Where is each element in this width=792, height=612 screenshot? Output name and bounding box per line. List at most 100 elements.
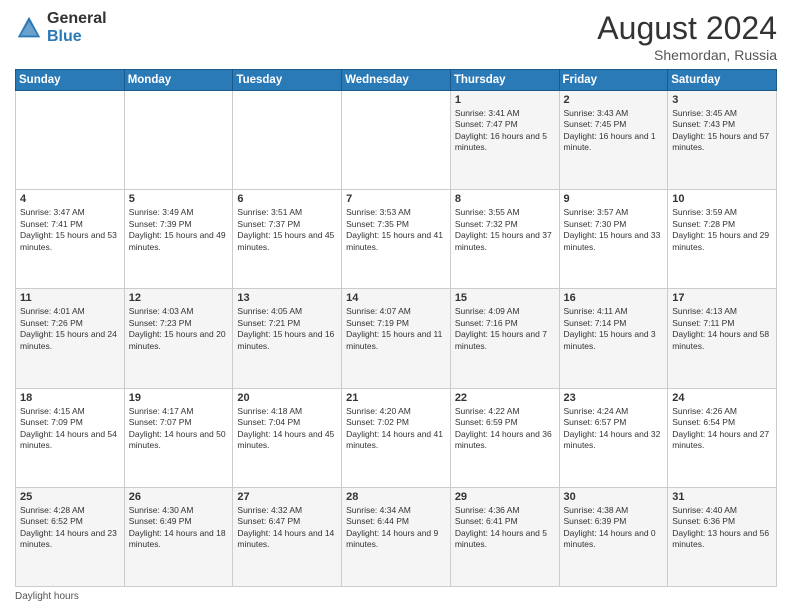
day-number: 23 (564, 392, 664, 404)
day-info: Sunrise: 4:15 AMSunset: 7:09 PMDaylight:… (20, 406, 120, 452)
week-row-2: 4 Sunrise: 3:47 AMSunset: 7:41 PMDaylight… (16, 190, 777, 289)
day-cell: 22Sunrise: 4:22 AMSunset: 6:59 PMDayligh… (450, 388, 559, 487)
day-info: Sunrise: 4:09 AMSunset: 7:16 PMDaylight:… (455, 306, 555, 352)
day-cell: 18 Sunrise: 4:15 AMSunset: 7:09 PMDayligh… (16, 388, 125, 487)
day-info: Sunrise: 3:47 AMSunset: 7:41 PMDaylight:… (20, 207, 120, 253)
day-cell: 31Sunrise: 4:40 AMSunset: 6:36 PMDayligh… (668, 487, 777, 586)
day-cell: 6 Sunrise: 3:51 AMSunset: 7:37 PMDaylight… (233, 190, 342, 289)
day-cell: 28Sunrise: 4:34 AMSunset: 6:44 PMDayligh… (342, 487, 451, 586)
day-cell: 19 Sunrise: 4:17 AMSunset: 7:07 PMDayligh… (124, 388, 233, 487)
day-info: Sunrise: 4:28 AMSunset: 6:52 PMDaylight:… (20, 505, 120, 551)
logo-icon (15, 14, 43, 42)
day-number: 3 (672, 94, 772, 106)
day-cell: 15 Sunrise: 4:09 AMSunset: 7:16 PMDayligh… (450, 289, 559, 388)
day-cell: 30Sunrise: 4:38 AMSunset: 6:39 PMDayligh… (559, 487, 668, 586)
col-header-friday: Friday (559, 70, 668, 91)
calendar-header: SundayMondayTuesdayWednesdayThursdayFrid… (16, 70, 777, 91)
header: General Blue August 2024 Shemordan, Russ… (15, 10, 777, 63)
day-number: 25 (20, 491, 120, 503)
day-cell: 3 Sunrise: 3:45 AMSunset: 7:43 PMDaylight… (668, 91, 777, 190)
daylight-label: Daylight hours (15, 591, 79, 602)
day-cell (342, 91, 451, 190)
col-header-wednesday: Wednesday (342, 70, 451, 91)
col-header-saturday: Saturday (668, 70, 777, 91)
day-number: 14 (346, 292, 446, 304)
day-number: 7 (346, 193, 446, 205)
day-cell: 16 Sunrise: 4:11 AMSunset: 7:14 PMDayligh… (559, 289, 668, 388)
day-cell: 24 Sunrise: 4:26 AMSunset: 6:54 PMDayligh… (668, 388, 777, 487)
header-row: SundayMondayTuesdayWednesdayThursdayFrid… (16, 70, 777, 91)
day-cell (233, 91, 342, 190)
day-info: Sunrise: 3:51 AMSunset: 7:37 PMDaylight:… (237, 207, 337, 253)
day-info: Sunrise: 3:41 AMSunset: 7:47 PMDaylight:… (455, 108, 555, 154)
day-info: Sunrise: 4:40 AMSunset: 6:36 PMDaylight:… (672, 505, 772, 551)
day-info: Sunrise: 3:57 AMSunset: 7:30 PMDaylight:… (564, 207, 664, 253)
day-number: 26 (129, 491, 229, 503)
day-number: 13 (237, 292, 337, 304)
day-number: 24 (672, 392, 772, 404)
day-cell: 7Sunrise: 3:53 AMSunset: 7:35 PMDaylight… (342, 190, 451, 289)
page: General Blue August 2024 Shemordan, Russ… (0, 0, 792, 612)
day-info: Sunrise: 4:18 AMSunset: 7:04 PMDaylight:… (237, 406, 337, 452)
day-number: 16 (564, 292, 664, 304)
footer-note: Daylight hours (15, 591, 777, 602)
col-header-thursday: Thursday (450, 70, 559, 91)
day-info: Sunrise: 3:59 AMSunset: 7:28 PMDaylight:… (672, 207, 772, 253)
day-info: Sunrise: 4:01 AMSunset: 7:26 PMDaylight:… (20, 306, 120, 352)
day-cell: 17 Sunrise: 4:13 AMSunset: 7:11 PMDayligh… (668, 289, 777, 388)
day-cell: 26 Sunrise: 4:30 AMSunset: 6:49 PMDayligh… (124, 487, 233, 586)
day-cell: 29Sunrise: 4:36 AMSunset: 6:41 PMDayligh… (450, 487, 559, 586)
day-number: 2 (564, 94, 664, 106)
logo-general: General (47, 10, 107, 28)
day-info: Sunrise: 4:11 AMSunset: 7:14 PMDaylight:… (564, 306, 664, 352)
day-info: Sunrise: 4:13 AMSunset: 7:11 PMDaylight:… (672, 306, 772, 352)
day-info: Sunrise: 4:30 AMSunset: 6:49 PMDaylight:… (129, 505, 229, 551)
day-cell: 10 Sunrise: 3:59 AMSunset: 7:28 PMDayligh… (668, 190, 777, 289)
day-number: 11 (20, 292, 120, 304)
day-number: 12 (129, 292, 229, 304)
day-info: Sunrise: 3:49 AMSunset: 7:39 PMDaylight:… (129, 207, 229, 253)
day-info: Sunrise: 4:26 AMSunset: 6:54 PMDaylight:… (672, 406, 772, 452)
day-number: 6 (237, 193, 337, 205)
day-number: 19 (129, 392, 229, 404)
day-cell: 5Sunrise: 3:49 AMSunset: 7:39 PMDaylight… (124, 190, 233, 289)
day-cell: 9 Sunrise: 3:57 AMSunset: 7:30 PMDaylight… (559, 190, 668, 289)
day-info: Sunrise: 4:07 AMSunset: 7:19 PMDaylight:… (346, 306, 446, 352)
day-cell (16, 91, 125, 190)
day-info: Sunrise: 4:32 AMSunset: 6:47 PMDaylight:… (237, 505, 337, 551)
day-number: 21 (346, 392, 446, 404)
day-cell: 8Sunrise: 3:55 AMSunset: 7:32 PMDaylight… (450, 190, 559, 289)
day-cell: 11 Sunrise: 4:01 AMSunset: 7:26 PMDayligh… (16, 289, 125, 388)
week-row-5: 25 Sunrise: 4:28 AMSunset: 6:52 PMDayligh… (16, 487, 777, 586)
day-number: 20 (237, 392, 337, 404)
col-header-sunday: Sunday (16, 70, 125, 91)
day-info: Sunrise: 3:45 AMSunset: 7:43 PMDaylight:… (672, 108, 772, 154)
day-number: 10 (672, 193, 772, 205)
day-info: Sunrise: 4:34 AMSunset: 6:44 PMDaylight:… (346, 505, 446, 551)
day-cell (124, 91, 233, 190)
day-info: Sunrise: 4:17 AMSunset: 7:07 PMDaylight:… (129, 406, 229, 452)
day-cell: 1Sunrise: 3:41 AMSunset: 7:47 PMDaylight… (450, 91, 559, 190)
day-number: 9 (564, 193, 664, 205)
day-cell: 27 Sunrise: 4:32 AMSunset: 6:47 PMDayligh… (233, 487, 342, 586)
day-number: 17 (672, 292, 772, 304)
logo-text: General Blue (47, 10, 107, 45)
day-number: 27 (237, 491, 337, 503)
day-number: 15 (455, 292, 555, 304)
calendar-body: 1Sunrise: 3:41 AMSunset: 7:47 PMDaylight… (16, 91, 777, 587)
day-cell: 20 Sunrise: 4:18 AMSunset: 7:04 PMDayligh… (233, 388, 342, 487)
day-cell: 21Sunrise: 4:20 AMSunset: 7:02 PMDayligh… (342, 388, 451, 487)
day-cell: 2 Sunrise: 3:43 AMSunset: 7:45 PMDaylight… (559, 91, 668, 190)
day-cell: 13Sunrise: 4:05 AMSunset: 7:21 PMDayligh… (233, 289, 342, 388)
day-info: Sunrise: 3:43 AMSunset: 7:45 PMDaylight:… (564, 108, 664, 154)
day-info: Sunrise: 4:24 AMSunset: 6:57 PMDaylight:… (564, 406, 664, 452)
day-number: 30 (564, 491, 664, 503)
day-number: 4 (20, 193, 120, 205)
day-cell: 23 Sunrise: 4:24 AMSunset: 6:57 PMDayligh… (559, 388, 668, 487)
logo-blue: Blue (47, 28, 107, 46)
week-row-1: 1Sunrise: 3:41 AMSunset: 7:47 PMDaylight… (16, 91, 777, 190)
day-number: 8 (455, 193, 555, 205)
calendar: SundayMondayTuesdayWednesdayThursdayFrid… (15, 69, 777, 587)
week-row-4: 18 Sunrise: 4:15 AMSunset: 7:09 PMDayligh… (16, 388, 777, 487)
day-number: 18 (20, 392, 120, 404)
